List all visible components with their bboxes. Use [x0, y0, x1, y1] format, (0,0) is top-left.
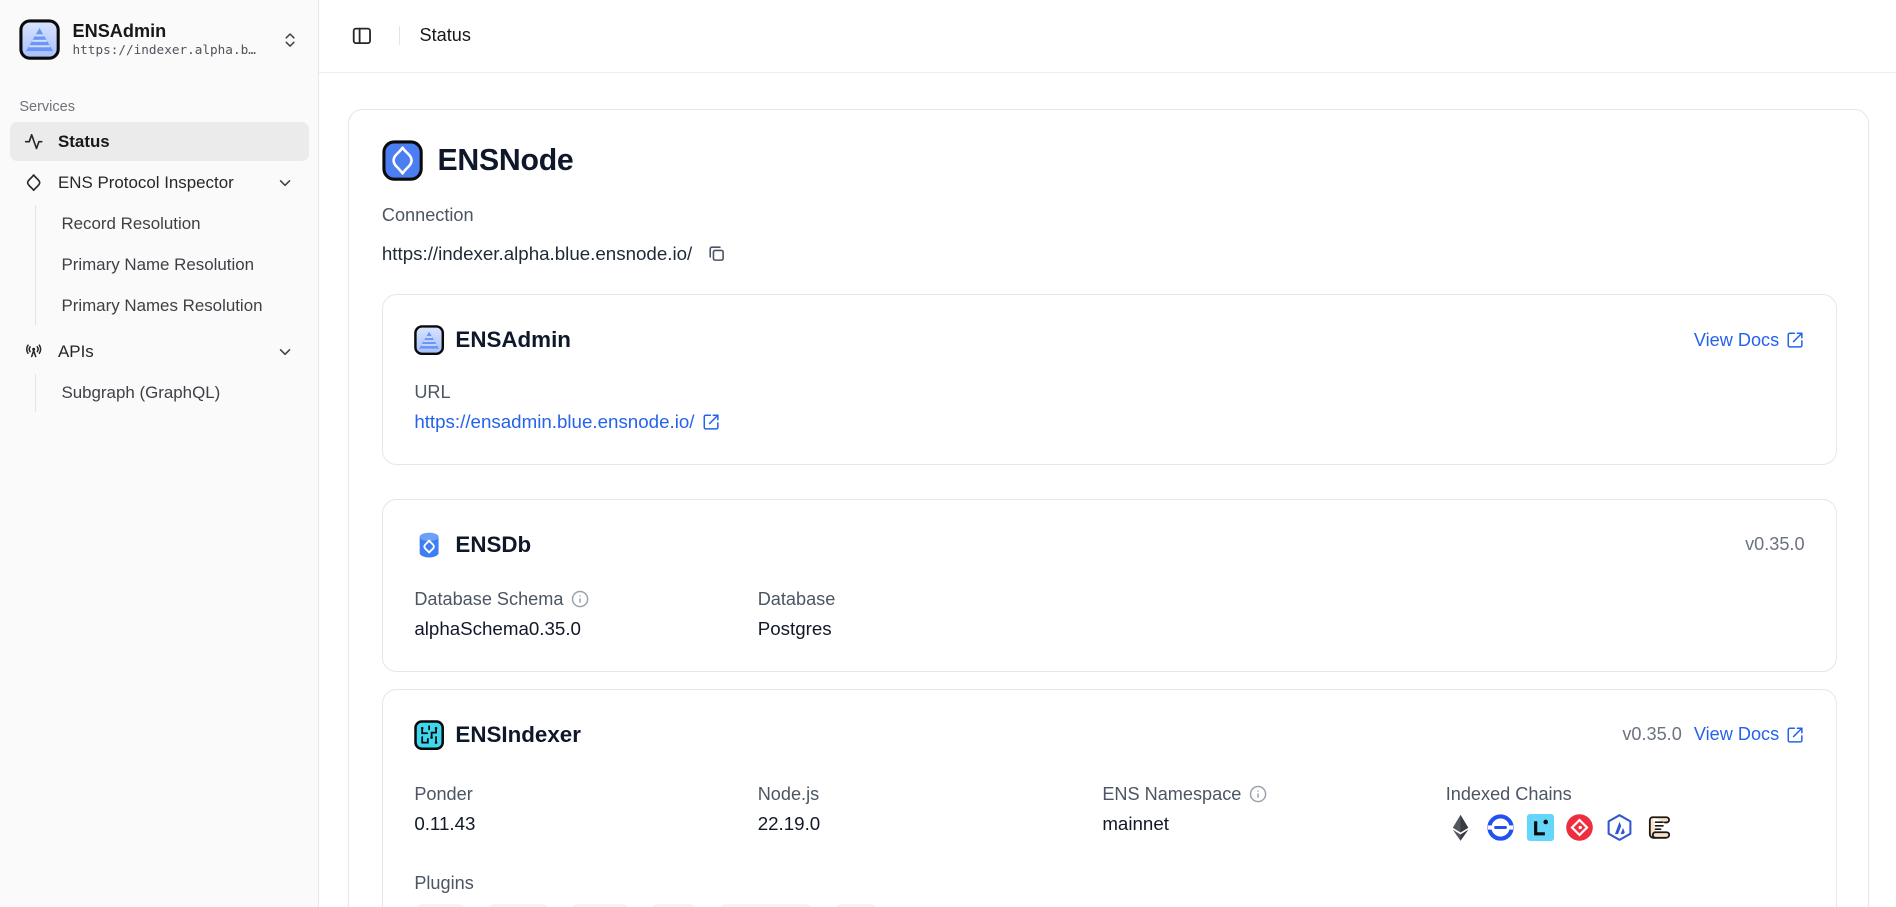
ens-diamond-icon — [24, 173, 43, 192]
indexed-chains-row — [1446, 813, 1805, 842]
sidebar-toggle-button[interactable] — [343, 18, 379, 54]
version-badge: v0.35.0 — [1622, 724, 1681, 745]
main-area: Status ENSNode Connection https://indexe… — [319, 0, 1896, 907]
app-title: ENSAdmin — [73, 21, 269, 42]
nodejs-field: Node.js 22.19.0 — [758, 784, 1103, 842]
ensindexer-logo-icon — [414, 720, 444, 750]
view-docs-label: View Docs — [1694, 724, 1779, 745]
version-badge: v0.35.0 — [1745, 534, 1804, 555]
url-label: URL — [414, 382, 757, 403]
ensnode-logo-icon — [382, 140, 423, 181]
apis-submenu: Subgraph (GraphQL) — [35, 374, 308, 413]
ens-namespace-field: ENS Namespace mainnet — [1102, 784, 1445, 842]
ensadmin-logo-icon — [414, 325, 444, 355]
field-value: 0.11.43 — [414, 813, 757, 835]
workspace-switcher[interactable]: ENSAdmin https://indexer.alpha.b… — [10, 12, 309, 68]
field-label: Indexed Chains — [1446, 784, 1805, 805]
field-label: Node.js — [758, 784, 1103, 805]
activity-icon — [24, 132, 43, 151]
ensadmin-card: ENSAdmin View Docs URL — [382, 294, 1837, 465]
radio-tower-icon — [24, 342, 43, 361]
ensnode-header: ENSNode — [382, 140, 1837, 181]
arbitrum-icon — [1605, 813, 1634, 842]
chevron-down-icon — [276, 343, 294, 361]
ensadmin-logo-icon — [19, 19, 60, 60]
view-docs-link[interactable]: View Docs — [1694, 724, 1805, 745]
page-title: ENSNode — [437, 144, 573, 178]
ethereum-icon — [1446, 813, 1475, 842]
optimism-icon — [1565, 813, 1594, 842]
view-docs-link[interactable]: View Docs — [1694, 330, 1805, 351]
connection-row: https://indexer.alpha.blue.ensnode.io/ — [382, 242, 1837, 266]
ensadmin-url-link[interactable]: https://ensadmin.blue.ensnode.io/ — [414, 411, 757, 433]
ensindexer-card-header: ENSIndexer v0.35.0 View Docs — [414, 720, 1804, 750]
connection-url-short: https://indexer.alpha.b… — [73, 42, 269, 59]
sidebar-item-subgraph-graphql[interactable]: Subgraph (GraphQL) — [47, 374, 309, 413]
sidebar-item-primary-name-resolution[interactable]: Primary Name Resolution — [47, 246, 309, 285]
sidebar-item-primary-names-resolution[interactable]: Primary Names Resolution — [47, 287, 309, 326]
sidebar-item-status[interactable]: Status — [10, 122, 309, 161]
field-value: Postgres — [758, 618, 1805, 640]
copy-button[interactable] — [704, 242, 728, 266]
info-icon[interactable] — [571, 590, 589, 608]
ensindexer-card: ENSIndexer v0.35.0 View Docs — [382, 689, 1837, 907]
field-value: alphaSchema0.35.0 — [414, 618, 757, 640]
connection-label: Connection — [382, 205, 1837, 226]
sidebar: ENSAdmin https://indexer.alpha.b… Servic… — [0, 0, 319, 907]
card-title: ENSAdmin — [455, 327, 571, 353]
plugins-label: Plugins — [414, 873, 1804, 894]
sidebar-item-label: Status — [58, 132, 110, 152]
card-title: ENSIndexer — [455, 722, 581, 748]
sidebar-item-label: Primary Name Resolution — [61, 255, 254, 275]
ensdb-card: ENSDb v0.35.0 Database Schema — [382, 499, 1837, 672]
ensdb-logo-icon — [414, 530, 444, 560]
workspace-info: ENSAdmin https://indexer.alpha.b… — [73, 21, 269, 58]
field-label: Database Schema — [414, 589, 563, 610]
card-title: ENSDb — [455, 532, 531, 558]
topbar: Status — [319, 0, 1896, 73]
field-label: ENS Namespace — [1102, 784, 1241, 805]
ensadmin-card-header: ENSAdmin View Docs — [414, 325, 1804, 355]
sidebar-item-label: Subgraph (GraphQL) — [61, 383, 220, 403]
sidebar-item-label: Record Resolution — [61, 214, 200, 234]
breadcrumb: Status — [420, 25, 471, 46]
sidebar-item-label: APIs — [58, 342, 94, 362]
ensadmin-url-text: https://ensadmin.blue.ensnode.io/ — [414, 411, 694, 433]
field-label: Ponder — [414, 784, 757, 805]
database-schema-field: Database Schema alphaSchema0.35.0 — [414, 589, 757, 640]
content: ENSNode Connection https://indexer.alpha… — [319, 73, 1896, 907]
field-value: mainnet — [1102, 813, 1445, 835]
ensadmin-app: ENSAdmin https://indexer.alpha.b… Servic… — [0, 0, 1896, 907]
external-link-icon — [702, 413, 720, 431]
sidebar-nav: Status ENS Protocol Inspector Record Res… — [0, 122, 318, 419]
panel-left-icon — [351, 25, 373, 47]
connection-url: https://indexer.alpha.blue.ensnode.io/ — [382, 243, 692, 265]
ponder-field: Ponder 0.11.43 — [414, 784, 757, 842]
topbar-divider — [399, 26, 400, 45]
sidebar-item-label: Primary Names Resolution — [61, 296, 262, 316]
scroll-icon — [1645, 813, 1674, 842]
chevron-down-icon — [276, 174, 294, 192]
field-label: Database — [758, 589, 1805, 610]
info-icon[interactable] — [1249, 785, 1267, 803]
ensdb-card-header: ENSDb v0.35.0 — [414, 530, 1804, 560]
copy-icon — [707, 244, 726, 263]
sidebar-item-ens-protocol-inspector[interactable]: ENS Protocol Inspector — [10, 163, 309, 202]
field-value: 22.19.0 — [758, 813, 1103, 835]
ensnode-status-card: ENSNode Connection https://indexer.alpha… — [348, 109, 1869, 907]
inspector-submenu: Record Resolution Primary Name Resolutio… — [35, 205, 308, 326]
url-field: URL https://ensadmin.blue.ensnode.io/ — [414, 382, 757, 433]
database-field: Database Postgres — [758, 589, 1805, 640]
sidebar-item-record-resolution[interactable]: Record Resolution — [47, 205, 309, 244]
chevrons-up-down-icon[interactable] — [281, 31, 299, 49]
view-docs-label: View Docs — [1694, 330, 1779, 351]
base-icon — [1486, 813, 1515, 842]
linea-icon — [1526, 813, 1555, 842]
sidebar-item-label: ENS Protocol Inspector — [58, 173, 234, 193]
external-link-icon — [1786, 726, 1804, 744]
external-link-icon — [1786, 331, 1804, 349]
services-section-label: Services — [0, 99, 318, 115]
indexed-chains-field: Indexed Chains — [1446, 784, 1805, 842]
sidebar-item-apis[interactable]: APIs — [10, 333, 309, 372]
